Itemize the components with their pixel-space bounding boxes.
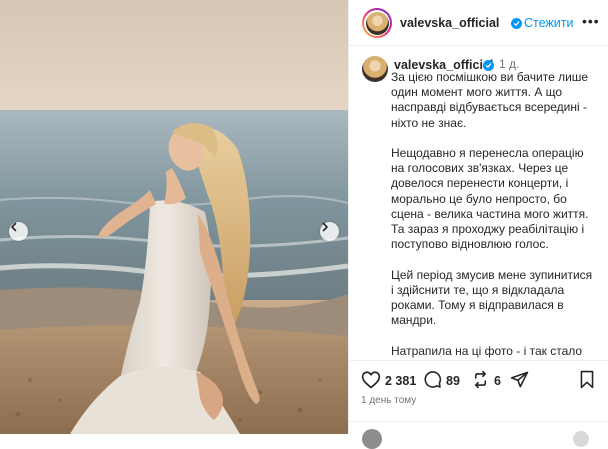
verified-badge-icon xyxy=(511,18,522,29)
follow-button[interactable]: Стежити xyxy=(524,16,573,30)
comment-icon xyxy=(423,370,442,392)
comment-button[interactable]: 89 xyxy=(423,370,460,392)
post-details-panel: valevska_official Стежити ••• valevska_o… xyxy=(348,0,608,449)
bookmark-icon xyxy=(578,370,596,392)
author-username[interactable]: valevska_official xyxy=(400,16,499,30)
next-photo-button[interactable] xyxy=(320,222,339,241)
comment-input-icon[interactable] xyxy=(573,431,589,447)
share-button[interactable] xyxy=(510,370,529,392)
comments-count: 89 xyxy=(446,374,460,388)
post-time-ago: 1 день тому xyxy=(361,395,417,406)
viewer-avatar xyxy=(362,429,382,449)
repost-button[interactable]: 6 xyxy=(471,370,501,392)
previous-photo-button[interactable] xyxy=(9,222,28,241)
save-button[interactable] xyxy=(578,370,596,392)
likes-count: 2 381 xyxy=(385,374,417,388)
more-options-button[interactable]: ••• xyxy=(582,13,600,29)
repost-icon xyxy=(471,370,490,392)
beach-photo-image xyxy=(0,0,348,434)
post-caption: За цією посмішкою ви бачите лише один мо… xyxy=(391,70,593,358)
heart-icon xyxy=(361,370,381,392)
author-avatar[interactable] xyxy=(362,8,392,38)
caption-time: 1 д. xyxy=(499,57,520,71)
reposts-count: 6 xyxy=(494,374,501,388)
post-actions-bar: 2 381 89 6 1 день тому xyxy=(349,360,608,449)
post-photo xyxy=(0,0,348,434)
send-icon xyxy=(510,370,529,392)
caption-author-avatar[interactable] xyxy=(362,56,388,82)
like-button[interactable]: 2 381 xyxy=(361,370,416,392)
post-header: valevska_official Стежити ••• xyxy=(349,0,608,46)
divider xyxy=(349,421,608,422)
